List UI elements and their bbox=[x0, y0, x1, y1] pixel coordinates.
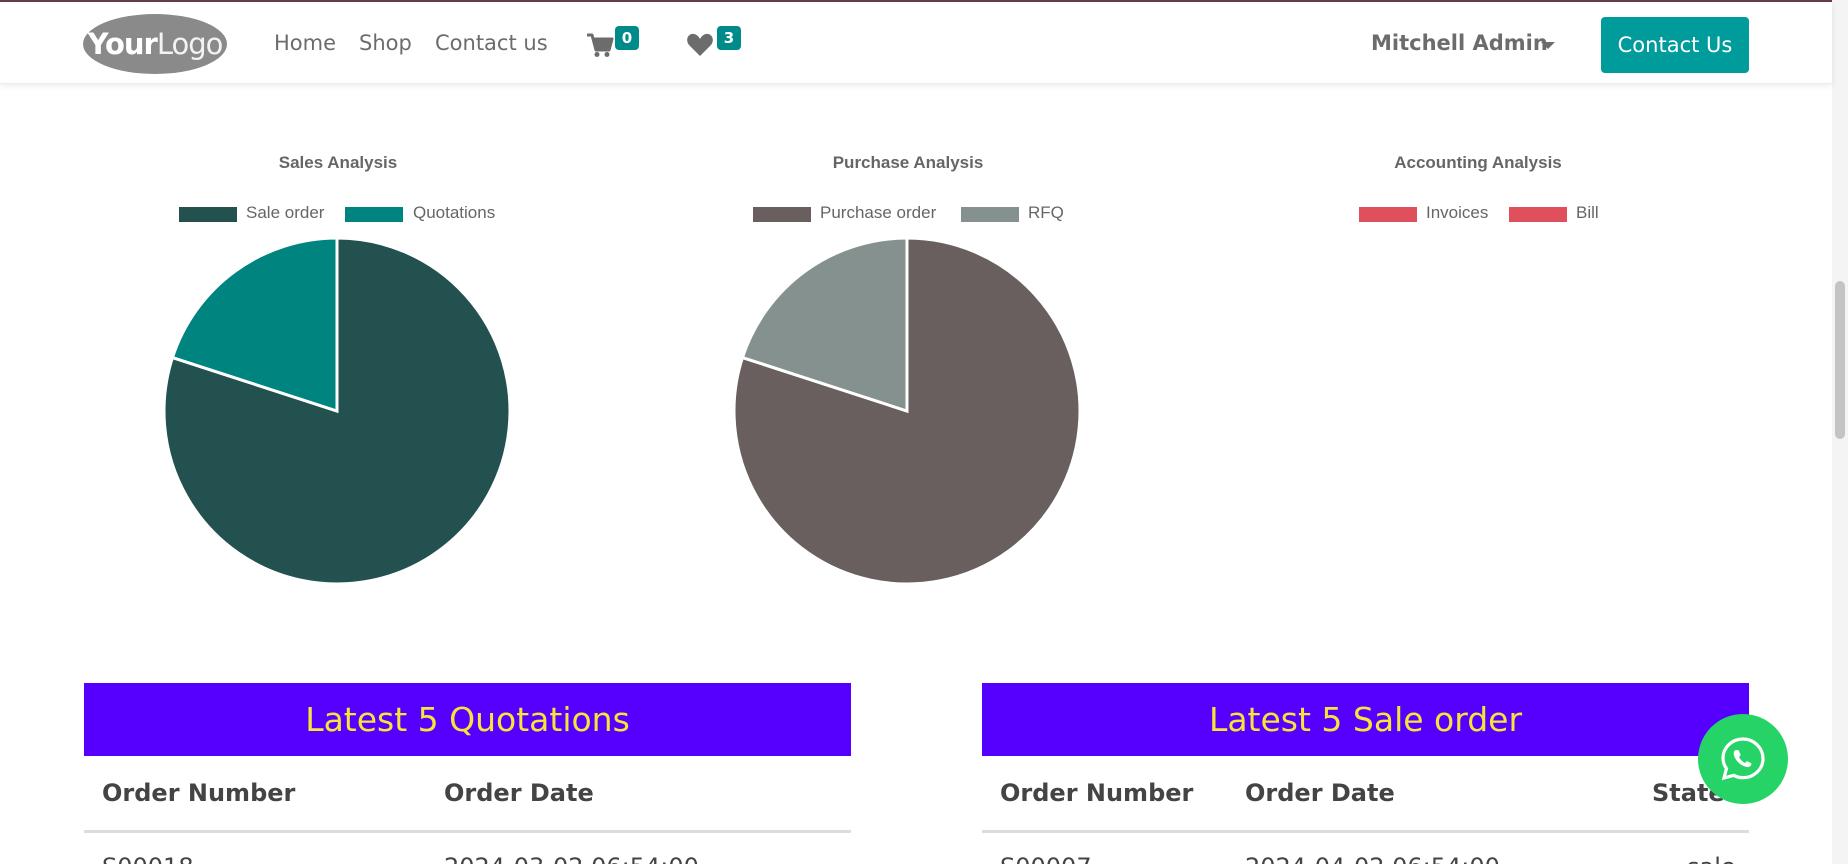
logo-text: YourLogo bbox=[87, 27, 224, 61]
nav-home[interactable]: Home bbox=[274, 31, 336, 55]
wishlist-count-badge: 3 bbox=[717, 26, 741, 50]
table-header-divider bbox=[84, 830, 851, 833]
table-cell: 2024-04-02 06:54:00 bbox=[1245, 853, 1500, 864]
legend-swatch[interactable] bbox=[961, 207, 1019, 222]
user-menu[interactable]: Mitchell Admin bbox=[1371, 31, 1548, 55]
chevron-down-icon[interactable] bbox=[1541, 42, 1555, 49]
contact-us-button[interactable]: Contact Us bbox=[1601, 17, 1749, 73]
cart-count-badge: 0 bbox=[615, 26, 639, 50]
page: YourLogo Home Shop Contact us 0 3 Mitche… bbox=[0, 0, 1848, 864]
column-header: Order Date bbox=[444, 779, 594, 807]
legend-label[interactable]: Invoices bbox=[1426, 203, 1488, 223]
column-header: Order Number bbox=[102, 779, 296, 807]
legend-label[interactable]: Quotations bbox=[413, 203, 495, 223]
column-header: Order Date bbox=[1245, 779, 1395, 807]
legend-swatch[interactable] bbox=[1509, 207, 1567, 222]
table-cell[interactable]: S00007 bbox=[1000, 853, 1092, 864]
legend-label[interactable]: RFQ bbox=[1028, 203, 1064, 223]
navbar: YourLogo Home Shop Contact us 0 3 Mitche… bbox=[0, 2, 1832, 84]
legend-swatch[interactable] bbox=[345, 207, 403, 222]
table-cell: sale bbox=[1687, 853, 1736, 864]
legend-label[interactable]: Sale order bbox=[246, 203, 324, 223]
sale-orders-table-title: Latest 5 Sale order bbox=[982, 683, 1749, 756]
column-header: Order Number bbox=[1000, 779, 1194, 807]
table-cell[interactable]: S00018 bbox=[102, 853, 194, 864]
sales-pie bbox=[162, 236, 512, 586]
table-cell: 2024-03-02 06:54:00 bbox=[444, 853, 699, 864]
legend-label[interactable]: Bill bbox=[1576, 203, 1599, 223]
logo[interactable]: YourLogo bbox=[83, 14, 227, 74]
purchase-pie bbox=[732, 236, 1082, 586]
legend-swatch[interactable] bbox=[1359, 207, 1417, 222]
nav-shop[interactable]: Shop bbox=[359, 31, 412, 55]
table-header-divider bbox=[982, 830, 1749, 833]
legend-swatch[interactable] bbox=[179, 207, 237, 222]
chart-title: Sales Analysis bbox=[278, 153, 398, 172]
whatsapp-icon bbox=[1721, 737, 1765, 781]
nav-contact-us[interactable]: Contact us bbox=[435, 31, 548, 55]
chart-title: Accounting Analysis bbox=[1394, 153, 1562, 172]
scrollbar-thumb[interactable] bbox=[1835, 281, 1845, 439]
shopping-cart-icon[interactable] bbox=[586, 32, 614, 58]
legend-label[interactable]: Purchase order bbox=[820, 203, 936, 223]
whatsapp-button[interactable] bbox=[1698, 714, 1788, 804]
chart-title: Purchase Analysis bbox=[832, 153, 984, 172]
quotations-table-title: Latest 5 Quotations bbox=[84, 683, 851, 756]
legend-swatch[interactable] bbox=[753, 207, 811, 222]
heart-icon[interactable] bbox=[686, 32, 714, 58]
